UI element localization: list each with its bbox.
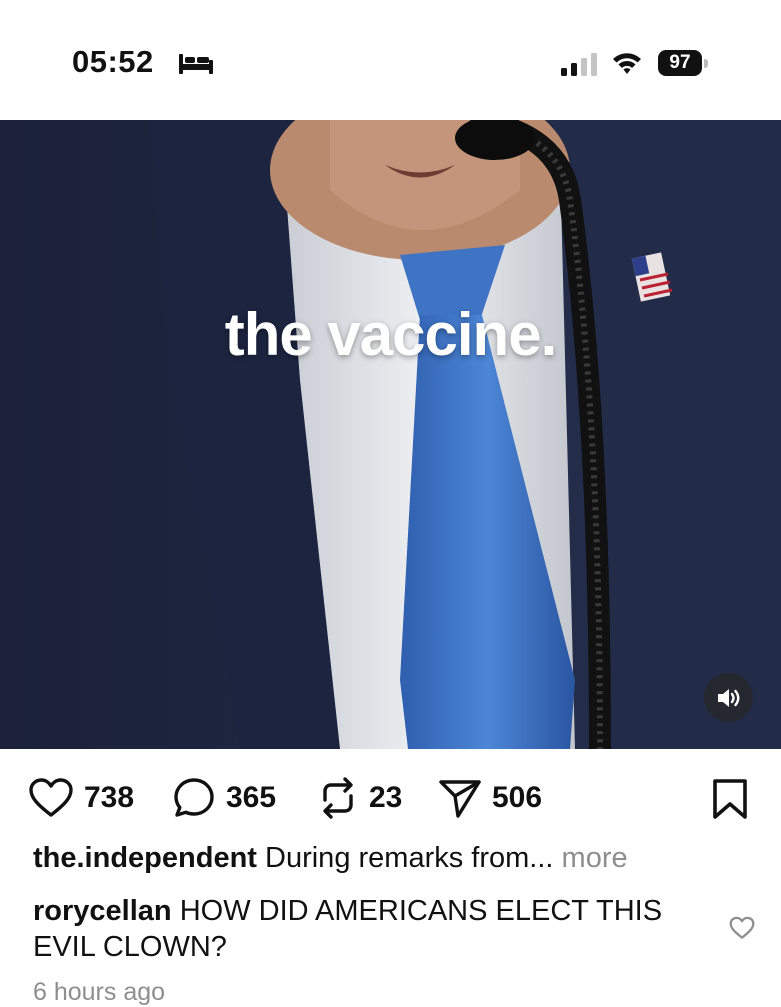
save-button[interactable] bbox=[710, 778, 750, 825]
heart-icon bbox=[729, 916, 755, 939]
comment-like-button[interactable] bbox=[729, 916, 755, 945]
repost-icon bbox=[323, 777, 353, 819]
post-username[interactable]: the.independent bbox=[33, 842, 257, 874]
post-caption-text: During remarks from... bbox=[265, 842, 554, 874]
repost-count: 23 bbox=[369, 781, 403, 814]
like-count: 738 bbox=[84, 781, 135, 814]
comment-count: 365 bbox=[226, 781, 277, 814]
video-caption: the vaccine. bbox=[0, 300, 781, 369]
share-count: 506 bbox=[492, 781, 543, 814]
wifi-icon bbox=[613, 53, 641, 74]
post-caption: the.independent During remarks from... m… bbox=[33, 842, 753, 875]
post-timestamp: 6 hours ago bbox=[33, 978, 166, 1006]
status-bar: 05:52 97 bbox=[0, 0, 781, 120]
share-button[interactable]: 506 bbox=[438, 770, 542, 826]
comment-button[interactable]: 365 bbox=[172, 770, 276, 826]
repost-button[interactable]: 23 bbox=[317, 770, 402, 826]
battery-cap bbox=[704, 59, 708, 68]
video-caption-text: the vaccine. bbox=[224, 301, 558, 368]
top-comment: rorycellan HOW DID AMERICANS ELECT THIS … bbox=[33, 893, 673, 965]
bookmark-icon bbox=[713, 779, 747, 819]
battery-level: 97 bbox=[658, 50, 702, 76]
video-frame bbox=[0, 120, 781, 749]
speaker-icon bbox=[717, 688, 739, 707]
cellular-signal-icon bbox=[561, 53, 597, 76]
like-button[interactable]: 738 bbox=[28, 770, 134, 826]
status-time: 05:52 bbox=[72, 44, 154, 79]
comment-icon bbox=[174, 778, 214, 817]
post-actions: 738 365 23 506 bbox=[0, 770, 781, 826]
sound-toggle-button[interactable] bbox=[704, 673, 753, 722]
battery-icon: 97 bbox=[658, 50, 708, 76]
more-link[interactable]: more bbox=[562, 842, 628, 874]
video-player[interactable]: the vaccine. bbox=[0, 120, 781, 749]
heart-icon bbox=[29, 778, 73, 817]
bed-icon bbox=[179, 54, 213, 74]
comment-username[interactable]: rorycellan bbox=[33, 895, 172, 927]
send-icon bbox=[439, 780, 481, 818]
